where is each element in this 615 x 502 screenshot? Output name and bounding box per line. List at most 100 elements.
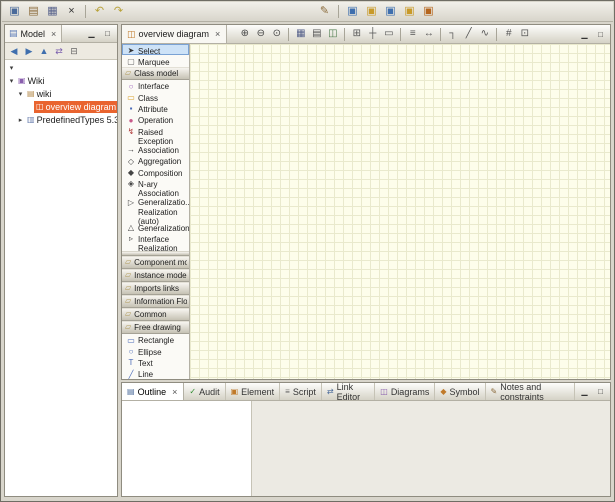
- tab-diagrams[interactable]: ◫Diagrams: [375, 383, 435, 400]
- palette-tool-generalization[interactable]: △Generalization: [122, 221, 189, 232]
- palette-tool-nary-association[interactable]: ◈N-ary Association: [122, 177, 189, 195]
- open-project-icon[interactable]: ▤: [25, 4, 42, 20]
- tree-root-expander[interactable]: ▾: [5, 61, 117, 74]
- snap-to-grid-icon[interactable]: ┼: [365, 27, 380, 42]
- palette-tool-text[interactable]: TText: [122, 356, 189, 367]
- print-icon[interactable]: ▤: [309, 27, 324, 42]
- palette-section-free-drawing[interactable]: ▱Free drawing: [122, 321, 189, 334]
- palette-tool-class[interactable]: ▭Class: [122, 91, 189, 102]
- palette-section-component-model[interactable]: ▱Component mo...: [122, 256, 189, 269]
- palette-tool-line[interactable]: ╱Line: [122, 368, 189, 379]
- model-view-tab[interactable]: ▤ Model ×: [5, 25, 62, 42]
- orthogonal-link-icon[interactable]: ┐: [445, 27, 460, 42]
- palette-tool-ellipse[interactable]: ○Ellipse: [122, 345, 189, 356]
- bottom-panel-content: [122, 401, 610, 496]
- close-icon[interactable]: ×: [214, 29, 221, 39]
- palette-section-common[interactable]: ▱Common: [122, 308, 189, 321]
- palette-section-instance-model[interactable]: ▱Instance model: [122, 269, 189, 282]
- distribute-icon[interactable]: ↔: [421, 27, 436, 42]
- main-toolbar: ▣▤▦×↶↷✎▣▣▣▣▣: [2, 2, 613, 22]
- link-with-editor-icon[interactable]: ⇄: [52, 44, 66, 58]
- minimize-icon[interactable]: ▁: [578, 386, 591, 398]
- tree-item-content: [16, 62, 20, 74]
- forward-icon[interactable]: ▶: [22, 44, 36, 58]
- page-bounds-icon[interactable]: ▭: [381, 27, 396, 42]
- module-gold-icon[interactable]: ▣: [363, 4, 380, 20]
- module-blue-icon[interactable]: ▣: [344, 4, 361, 20]
- minimize-icon[interactable]: ▁: [578, 28, 591, 40]
- expander-icon[interactable]: ▸: [16, 116, 25, 124]
- tab-label: Diagrams: [391, 387, 430, 397]
- tab-outline[interactable]: ▤Outline×: [122, 383, 184, 400]
- close-icon[interactable]: ×: [50, 29, 57, 39]
- palette-section-information-flow[interactable]: ▱Information Flo...: [122, 295, 189, 308]
- straight-link-icon[interactable]: ╱: [461, 27, 476, 42]
- zoom-in-icon[interactable]: ⊕: [237, 27, 252, 42]
- tab-script[interactable]: ≡Script: [280, 383, 322, 400]
- undo-icon[interactable]: ↶: [91, 4, 108, 20]
- tab-notes[interactable]: ✎Notes and constraints: [486, 383, 576, 400]
- diagrams-tab-icon: ◫: [380, 388, 388, 396]
- collapse-all-icon[interactable]: ⊟: [67, 44, 81, 58]
- composition-icon: ◆: [126, 168, 136, 178]
- palette-tool-interface-realization[interactable]: ▹Interface Realization: [122, 232, 189, 250]
- align-icon[interactable]: ≡: [405, 27, 420, 42]
- maximize-icon[interactable]: □: [594, 28, 607, 40]
- palette-tool-select[interactable]: ➤Select: [122, 44, 189, 55]
- palette-section-class-model[interactable]: ▱Class model: [122, 67, 189, 80]
- back-icon[interactable]: ◀: [7, 44, 21, 58]
- tab-audit[interactable]: ✓Audit: [184, 383, 225, 400]
- expander-icon[interactable]: ▾: [16, 90, 25, 98]
- diagram-canvas[interactable]: [190, 44, 610, 379]
- expander-icon[interactable]: ▾: [7, 77, 16, 85]
- zoom-100-icon[interactable]: ⊙: [269, 27, 284, 42]
- module-blue2-icon[interactable]: ▣: [382, 4, 399, 20]
- tree-item-wiki-model[interactable]: ▾▣Wiki: [5, 74, 117, 87]
- tab-symbol[interactable]: ◆Symbol: [435, 383, 485, 400]
- palette-tool-operation[interactable]: ●Operation: [122, 114, 189, 125]
- nary-association-icon: ◈: [126, 179, 136, 189]
- palette-tool-interface[interactable]: ○Interface: [122, 80, 189, 91]
- tab-link-editor[interactable]: ⇄Link Editor: [322, 383, 375, 400]
- palette-section-imports-links[interactable]: ▱Imports links: [122, 282, 189, 295]
- close-icon[interactable]: ×: [171, 387, 178, 397]
- editor-tab-label: overview diagram: [139, 29, 210, 39]
- palette-tool-composition[interactable]: ◆Composition: [122, 166, 189, 177]
- expander-icon[interactable]: ▾: [7, 64, 16, 72]
- palette-tool-generalization-realization-auto[interactable]: ▷Generalizatio... Realization (auto): [122, 196, 189, 221]
- class-icon: ▭: [126, 93, 136, 103]
- tree-item-label: overview diagram: [46, 102, 117, 112]
- zoom-out-icon[interactable]: ⊖: [253, 27, 268, 42]
- grid-settings-icon[interactable]: #: [501, 27, 516, 42]
- palette-tool-raised-exception[interactable]: ↯Raised Exception: [122, 125, 189, 143]
- palette-tool-aggregation[interactable]: ◇Aggregation: [122, 155, 189, 166]
- overview-icon[interactable]: ⊡: [517, 27, 532, 42]
- editor-tab-overview-diagram[interactable]: ◫ overview diagram ×: [122, 25, 227, 43]
- maximize-icon[interactable]: □: [594, 386, 607, 398]
- module-gold2-icon[interactable]: ▣: [401, 4, 418, 20]
- palette-tool-marquee[interactable]: ▢Marquee: [122, 55, 189, 66]
- curved-link-icon[interactable]: ∿: [477, 27, 492, 42]
- palette-tool-rectangle[interactable]: ▭Rectangle: [122, 334, 189, 345]
- tab-element[interactable]: ▣Element: [226, 383, 281, 400]
- maximize-icon[interactable]: □: [101, 28, 114, 40]
- minimize-icon[interactable]: ▁: [85, 28, 98, 40]
- tree-item-wiki-package[interactable]: ▾▤wiki: [5, 87, 117, 100]
- show-grid-icon[interactable]: ⊞: [349, 27, 364, 42]
- tree-item-overview-diagram[interactable]: ◫overview diagram: [5, 100, 117, 113]
- module-orange-icon[interactable]: ▣: [420, 4, 437, 20]
- edit-properties-icon[interactable]: ✎: [316, 4, 333, 20]
- palette-tool-association[interactable]: →Association: [122, 143, 189, 154]
- save-diagram-icon[interactable]: ▦: [293, 27, 308, 42]
- save-icon[interactable]: ▦: [44, 4, 61, 20]
- tree-item-predefinedtypes[interactable]: ▸▥PredefinedTypes 5.3.00: [5, 113, 117, 126]
- redo-icon[interactable]: ↷: [110, 4, 127, 20]
- line-icon: ╱: [126, 370, 136, 379]
- export-image-icon[interactable]: ◫: [325, 27, 340, 42]
- up-icon[interactable]: ▲: [37, 44, 51, 58]
- model-view-icon: ▤: [9, 29, 18, 38]
- new-model-icon[interactable]: ▣: [6, 4, 23, 20]
- editor-tab-bar: ◫ overview diagram × ⊕⊖⊙▦▤◫⊞┼▭≡↔┐╱∿#⊡ ▁ …: [122, 25, 610, 44]
- palette-tool-attribute[interactable]: ▪Attribute: [122, 102, 189, 113]
- delete-icon[interactable]: ×: [63, 4, 80, 20]
